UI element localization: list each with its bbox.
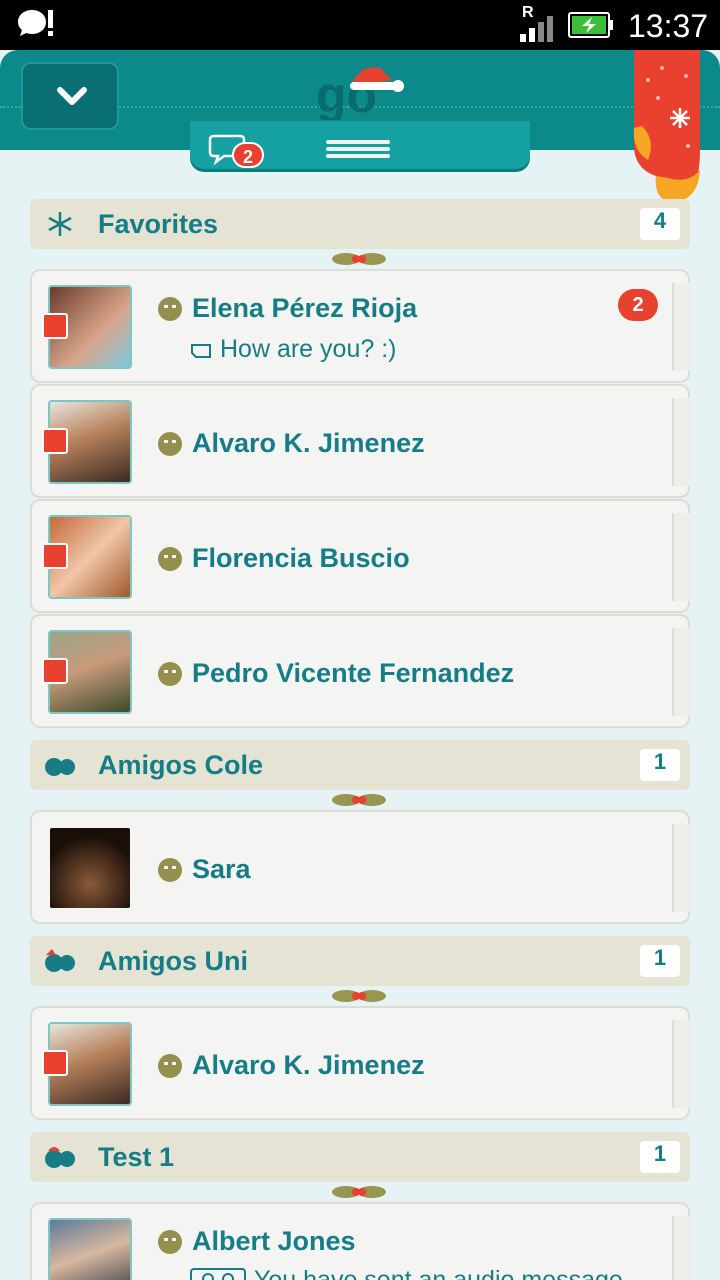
online-status-icon	[158, 297, 182, 321]
contact-row-albert[interactable]: Albert Jones You have sent an audio mess…	[30, 1202, 690, 1280]
group-count: 4	[640, 208, 680, 240]
app-logo: go	[316, 67, 404, 120]
avatar	[48, 826, 132, 910]
christmas-tag-icon	[42, 428, 68, 454]
christmas-tag-icon	[42, 543, 68, 569]
notification-app-icon	[18, 10, 53, 36]
ornaments-icon	[45, 1147, 75, 1168]
ornaments-icon	[45, 949, 75, 972]
holly-decoration	[332, 1186, 386, 1198]
group-count: 1	[640, 945, 680, 977]
contact-row-elena[interactable]: Elena Pérez Rioja How are you? :) 2	[30, 269, 690, 383]
holly-decoration	[332, 990, 386, 1002]
holly-decoration	[332, 253, 386, 265]
group-header-favorites[interactable]: Favorites 4	[30, 199, 690, 249]
status-icon	[158, 858, 182, 882]
snowflake-icon	[48, 212, 72, 236]
group-count: 1	[640, 749, 680, 781]
group-header-amigos-cole[interactable]: Amigos Cole 1	[30, 740, 690, 790]
clock: 13:37	[628, 8, 709, 44]
last-message: How are you? :)	[190, 335, 396, 364]
group-title: Amigos Cole	[98, 750, 264, 780]
contact-name: Florencia Buscio	[192, 543, 410, 573]
contact-row-florencia[interactable]: Florencia Buscio	[30, 499, 690, 613]
row-edge	[672, 1020, 690, 1108]
contact-row-alvaro[interactable]: Alvaro K. Jimenez	[30, 384, 690, 498]
row-edge	[672, 283, 690, 371]
holly-decoration	[332, 794, 386, 806]
christmas-tag-icon	[42, 1050, 68, 1076]
row-edge	[672, 628, 690, 716]
contact-name: Alvaro K. Jimenez	[192, 1050, 425, 1080]
row-edge	[672, 1216, 690, 1280]
group-title: Amigos Uni	[98, 946, 249, 976]
unread-badge: 2	[618, 289, 658, 321]
contact-name: Alvaro K. Jimenez	[192, 428, 425, 458]
status-icon	[158, 662, 182, 686]
contact-name: Elena Pérez Rioja	[192, 293, 418, 323]
contact-row-alvaro-uni[interactable]: Alvaro K. Jimenez	[30, 1006, 690, 1120]
last-message: You have sent an audio message	[190, 1266, 623, 1280]
message-sent-icon	[191, 344, 211, 358]
list-icon	[326, 140, 390, 144]
contact-name: Pedro Vicente Fernandez	[192, 658, 515, 688]
contact-row-sara[interactable]: Sara	[30, 810, 690, 924]
christmas-tag-icon	[42, 313, 68, 339]
group-count: 1	[640, 1141, 680, 1173]
contact-name: Albert Jones	[192, 1226, 356, 1256]
status-icon	[158, 1054, 182, 1078]
row-edge	[672, 824, 690, 912]
christmas-tag-icon	[42, 658, 68, 684]
online-status-icon	[158, 1230, 182, 1254]
status-icon	[158, 547, 182, 571]
row-edge	[672, 513, 690, 601]
group-title: Test 1	[98, 1142, 175, 1172]
tab-contacts[interactable]	[326, 140, 390, 166]
contact-name: Sara	[192, 854, 251, 884]
status-icon	[158, 432, 182, 456]
status-bar: R 13:37	[0, 0, 720, 50]
collapse-button[interactable]	[21, 62, 119, 130]
contact-row-pedro[interactable]: Pedro Vicente Fernandez	[30, 614, 690, 728]
group-title: Favorites	[98, 209, 219, 239]
avatar	[48, 1218, 132, 1280]
row-edge	[672, 398, 690, 486]
group-header-test-1[interactable]: Test 1 1	[30, 1132, 690, 1182]
ornaments-icon	[45, 758, 75, 776]
chevron-down-icon	[57, 87, 87, 105]
audio-message-icon	[190, 1268, 246, 1280]
christmas-stocking-icon	[633, 50, 700, 202]
group-header-amigos-uni[interactable]: Amigos Uni 1	[30, 936, 690, 986]
battery-charging-icon	[568, 12, 613, 38]
signal-icon	[520, 16, 553, 42]
chat-unread-badge: 2	[232, 142, 264, 168]
